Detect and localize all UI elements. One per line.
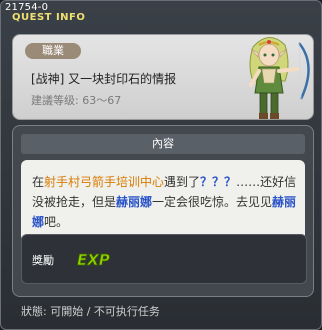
window-header: 21754-0 QUEST INFO (3, 2, 319, 24)
npc-name-helena: 赫丽娜 (116, 195, 153, 209)
description-text: 遇到了 (164, 175, 201, 189)
required-level: 建議等级: 63～67 (31, 94, 122, 107)
quest-info-window: 21754-0 QUEST INFO 職業 [战神] 又一块封印石的情报 建議等… (0, 0, 322, 330)
quest-description: 在射手村弓箭手培训中心遇到了？？？……还好信没被抢走，但是赫丽娜一定会很吃惊。去… (32, 172, 298, 232)
window-title: QUEST INFO (12, 12, 86, 23)
exp-icon: EXP (77, 251, 111, 270)
job-tag: 職業 (25, 43, 81, 59)
description-text: 吧。 (44, 215, 69, 229)
description-box: 在射手村弓箭手培训中心遇到了？？？……还好信没被抢走，但是赫丽娜一定会很吃惊。去… (21, 160, 305, 242)
place-link: 射手村弓箭手培训中心 (44, 175, 165, 189)
reward-box: 獎勵 EXP (21, 234, 307, 284)
exp-icon-text: EXP (77, 251, 110, 269)
description-text: 一定会很吃惊。去见见 (152, 195, 273, 209)
content-header: 內容 (21, 134, 305, 154)
quest-content-panel: 內容 在射手村弓箭手培训中心遇到了？？？……还好信没被抢走，但是赫丽娜一定会很吃… (12, 125, 314, 297)
unknown-npc-name: ？？？ (200, 175, 237, 189)
quest-status: 狀態: 可開始 / 不可执行任务 (21, 305, 160, 318)
description-text: 在 (32, 175, 45, 189)
archer-npc-portrait-icon (249, 37, 310, 119)
quest-name: [战神] 又一块封印石的情报 (31, 72, 177, 86)
reward-label: 獎勵 (32, 254, 54, 267)
